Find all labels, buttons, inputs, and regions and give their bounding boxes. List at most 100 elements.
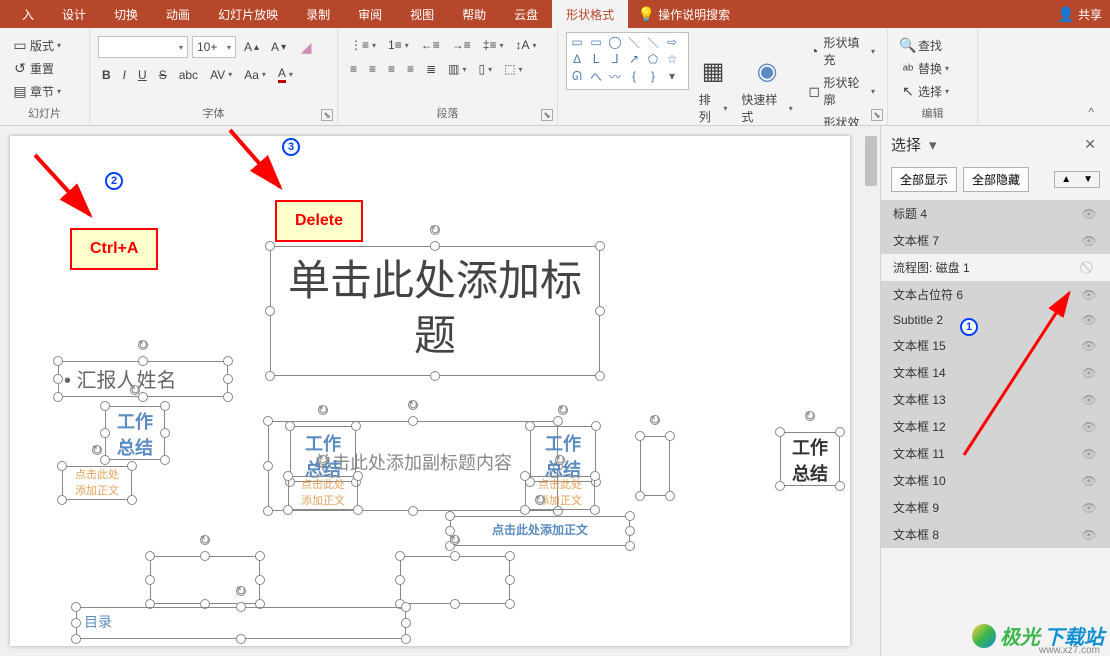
char-spacing-button[interactable]: AV▾: [206, 66, 236, 84]
justify-button[interactable]: ≡: [403, 60, 418, 78]
align-left-button[interactable]: ≡: [346, 60, 361, 78]
reset-button[interactable]: ↺重置: [8, 58, 65, 79]
shadow-button[interactable]: abc: [175, 66, 202, 84]
align-center-button[interactable]: ≡: [365, 60, 380, 78]
shape-outline-button[interactable]: ◻形状轮廓▾: [803, 72, 879, 110]
toc-textbox[interactable]: 目录: [76, 607, 406, 639]
arrange-button[interactable]: 排列▾: [695, 89, 732, 127]
section-button[interactable]: ▤章节▾: [8, 81, 65, 102]
smartart-button[interactable]: ⬚▾: [500, 60, 526, 78]
bullets-button[interactable]: ⋮≡▾: [346, 36, 380, 54]
hide-all-button[interactable]: 全部隐藏: [963, 167, 1029, 192]
tab-1[interactable]: 设计: [48, 0, 100, 29]
small-box-right[interactable]: [640, 436, 670, 496]
selection-item-label: 文本占位符 6: [893, 286, 963, 303]
increase-font-button[interactable]: A▴: [240, 38, 263, 56]
visible-icon[interactable]: 👁: [1080, 528, 1098, 542]
show-all-button[interactable]: 全部显示: [891, 167, 957, 192]
align-text-button[interactable]: ▯▾: [474, 60, 496, 78]
title-placeholder[interactable]: 单击此处添加标题: [270, 246, 600, 376]
select-button[interactable]: ↖选择▾: [896, 81, 953, 102]
replace-button[interactable]: ᵃᵇ替换▾: [896, 58, 953, 79]
ribbon: ▭版式▾ ↺重置 ▤章节▾ 幻灯片 ▾ 10+▾ A▴ A▾ ◢ B I U S…: [0, 28, 1110, 126]
tell-me-search[interactable]: 💡 操作说明搜索: [638, 6, 730, 23]
tab-10[interactable]: 形状格式: [552, 0, 628, 29]
work-summary-box-4[interactable]: 工作 总结: [780, 432, 840, 486]
slide[interactable]: 单击此处添加标题 • 汇报人姓名 工作 总结 点击此处 添加正文 单击此处添加副…: [10, 136, 850, 646]
add-text-box-2[interactable]: 点击此处 添加正文: [288, 476, 358, 510]
scrollbar-thumb[interactable]: [865, 136, 877, 186]
selection-pane-dropdown[interactable]: ▾: [921, 136, 945, 154]
ribbon-collapse[interactable]: ^: [978, 28, 1110, 125]
add-text-box-1[interactable]: 点击此处 添加正文: [62, 466, 132, 500]
selection-item-2[interactable]: 流程图: 磁盘 1⃠: [881, 254, 1110, 281]
selection-pane-close[interactable]: ✕: [1080, 136, 1100, 153]
work-summary-box-1[interactable]: 工作 总结: [105, 406, 165, 460]
layout-button[interactable]: ▭版式▾: [8, 35, 65, 56]
move-up-button[interactable]: ▲: [1055, 172, 1077, 187]
arrange-label: 排列: [699, 91, 721, 125]
tab-6[interactable]: 审阅: [344, 0, 396, 29]
find-icon: 🔍: [900, 38, 916, 54]
line-spacing-button[interactable]: ‡≡▾: [479, 36, 508, 54]
shape-fill-button[interactable]: ◔形状填充▾: [803, 32, 879, 70]
tab-9[interactable]: 云盘: [500, 0, 552, 29]
tab-3[interactable]: 动画: [152, 0, 204, 29]
numbering-button[interactable]: 1≡▾: [384, 36, 413, 54]
columns-button[interactable]: ▥▾: [444, 60, 470, 78]
selection-pane-toolbar: 全部显示 全部隐藏 ▲▼: [881, 163, 1110, 200]
visible-icon[interactable]: 👁: [1080, 501, 1098, 515]
quick-styles-button[interactable]: 快速样式▾: [737, 89, 796, 127]
paragraph-launcher[interactable]: ⬊: [541, 109, 553, 121]
shadow-label: abc: [179, 68, 198, 82]
font-family-combo[interactable]: ▾: [98, 36, 188, 58]
font-color-button[interactable]: A▾: [274, 64, 297, 85]
change-case-button[interactable]: Aa▾: [240, 66, 270, 84]
italic-button[interactable]: I: [119, 66, 130, 84]
underline-button[interactable]: U: [134, 66, 151, 84]
placeholder-lower-2[interactable]: [400, 556, 510, 604]
reset-label: 重置: [30, 60, 54, 77]
selection-item-10[interactable]: 文本框 10 👁: [881, 467, 1110, 494]
outline-label: 形状轮廓: [824, 74, 868, 108]
visible-icon[interactable]: 👁: [1080, 234, 1098, 248]
visible-icon[interactable]: 👁: [1080, 474, 1098, 488]
tab-4[interactable]: 幻灯片放映: [204, 0, 292, 29]
slide-canvas-area[interactable]: 单击此处添加标题 • 汇报人姓名 工作 总结 点击此处 添加正文 单击此处添加副…: [0, 126, 880, 656]
add-text-line-box[interactable]: 点击此处添加正文: [450, 516, 630, 546]
visible-icon[interactable]: 👁: [1080, 207, 1098, 221]
tab-5[interactable]: 录制: [292, 0, 344, 29]
selection-item-1[interactable]: 文本框 7👁: [881, 227, 1110, 254]
tab-8[interactable]: 帮助: [448, 0, 500, 29]
font-launcher[interactable]: ⬊: [321, 109, 333, 121]
bold-button[interactable]: B: [98, 66, 115, 84]
align-right-button[interactable]: ≡: [384, 60, 399, 78]
tab-0[interactable]: 入: [8, 0, 48, 29]
selection-item-0[interactable]: 标题 4👁: [881, 200, 1110, 227]
indent-dec-button[interactable]: ←≡: [417, 36, 444, 54]
selection-item-label: 文本框 13: [893, 391, 946, 408]
group-font: ▾ 10+▾ A▴ A▾ ◢ B I U S abc AV▾ Aa▾ A▾ 字体…: [90, 28, 338, 125]
share-label: 共享: [1078, 6, 1102, 23]
share-button[interactable]: 👤 共享: [1058, 6, 1102, 23]
move-down-button[interactable]: ▼: [1077, 172, 1099, 187]
find-button[interactable]: 🔍查找: [896, 35, 953, 56]
selection-item-11[interactable]: 文本框 9👁: [881, 494, 1110, 521]
selection-item-12[interactable]: 文本框 8👁: [881, 521, 1110, 548]
strike-button[interactable]: S: [155, 66, 171, 84]
decrease-font-button[interactable]: A▾: [267, 38, 290, 56]
reporter-textbox[interactable]: • 汇报人姓名: [58, 361, 228, 397]
text-direction-button[interactable]: ↕A▾: [511, 36, 540, 54]
indent-inc-button[interactable]: →≡: [448, 36, 475, 54]
font-color-label: A: [278, 66, 286, 83]
tab-7[interactable]: 视图: [396, 0, 448, 29]
tab-2[interactable]: 切换: [100, 0, 152, 29]
vertical-scrollbar[interactable]: [862, 126, 880, 656]
clear-format-button[interactable]: ◢: [294, 37, 318, 57]
shapes-gallery[interactable]: ▭▭◯＼＼⇨ ∆ᒪᒧ↗⬠☆ ᘏへ〰{}▾: [566, 32, 689, 90]
font-size-combo[interactable]: 10+▾: [192, 36, 236, 58]
drawing-launcher[interactable]: ⬊: [871, 109, 883, 121]
hidden-icon[interactable]: ⃠: [1080, 260, 1098, 275]
selection-item-label: 文本框 10: [893, 472, 946, 489]
distribute-button[interactable]: ≣: [422, 60, 440, 78]
